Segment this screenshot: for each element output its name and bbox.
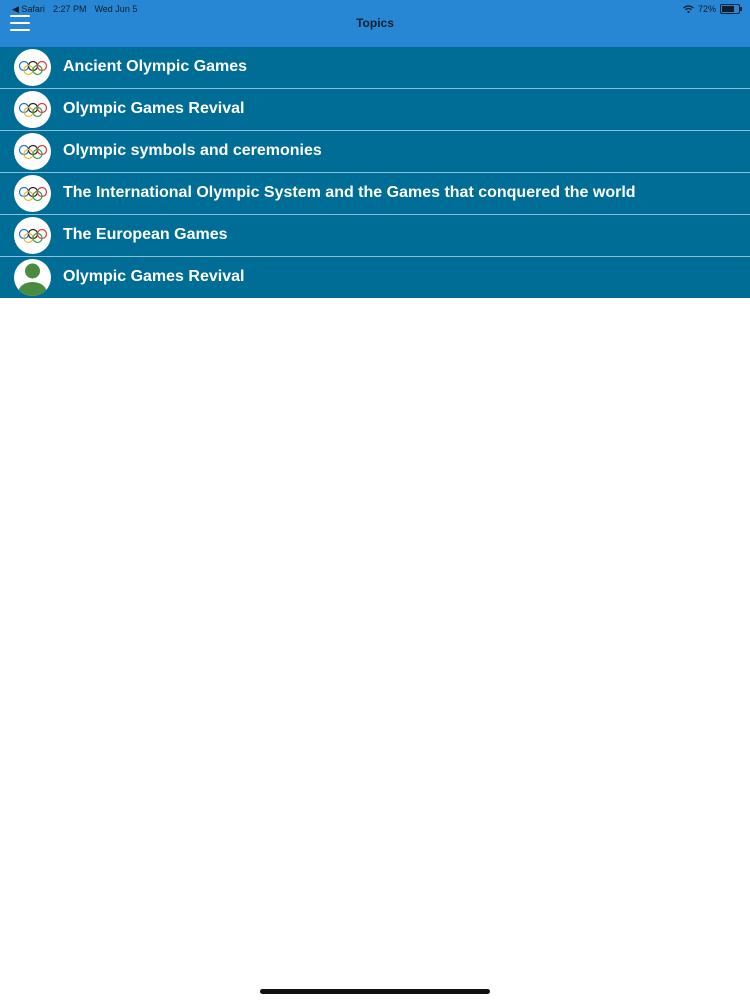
- battery-icon: [720, 4, 742, 14]
- battery-fill: [722, 6, 734, 12]
- topic-label: The International Olympic System and the…: [63, 184, 636, 201]
- topics-list: Ancient Olympic Games Olympic Games Revi…: [0, 47, 750, 298]
- battery-percent: 72%: [697, 4, 716, 14]
- topic-label: Olympic Games Revival: [63, 100, 245, 117]
- topic-row[interactable]: The European Games: [0, 215, 750, 257]
- topic-row[interactable]: Olympic symbols and ceremonies: [0, 131, 750, 173]
- topic-label: Olympic Games Revival: [63, 268, 245, 285]
- header-bar: ◀ Safari 2:27 PM Wed Jun 5 72% Topics: [0, 0, 750, 47]
- home-indicator[interactable]: [260, 989, 490, 994]
- olympic-rings-icon: [14, 217, 51, 254]
- topic-row[interactable]: Olympic Games Revival: [0, 89, 750, 131]
- olympic-rings-icon: [14, 49, 51, 86]
- wifi-icon: [683, 5, 694, 13]
- person-placeholder-icon: [14, 259, 51, 296]
- status-date: Wed Jun 5: [94, 4, 138, 14]
- back-to-safari-link[interactable]: ◀ Safari: [12, 4, 45, 15]
- status-bar: ◀ Safari 2:27 PM Wed Jun 5 72%: [0, 0, 750, 17]
- olympic-rings-icon: [14, 175, 51, 212]
- topic-row[interactable]: The International Olympic System and the…: [0, 173, 750, 215]
- topic-row[interactable]: Ancient Olympic Games: [0, 47, 750, 89]
- topic-label: Ancient Olympic Games: [63, 58, 248, 75]
- olympic-rings-icon: [14, 133, 51, 170]
- page-title: Topics: [356, 16, 394, 30]
- status-time: 2:27 PM: [52, 4, 87, 14]
- topic-label: The European Games: [63, 226, 228, 243]
- topic-label: Olympic symbols and ceremonies: [63, 142, 322, 159]
- olympic-rings-icon: [14, 91, 51, 128]
- topic-row[interactable]: Olympic Games Revival: [0, 257, 750, 298]
